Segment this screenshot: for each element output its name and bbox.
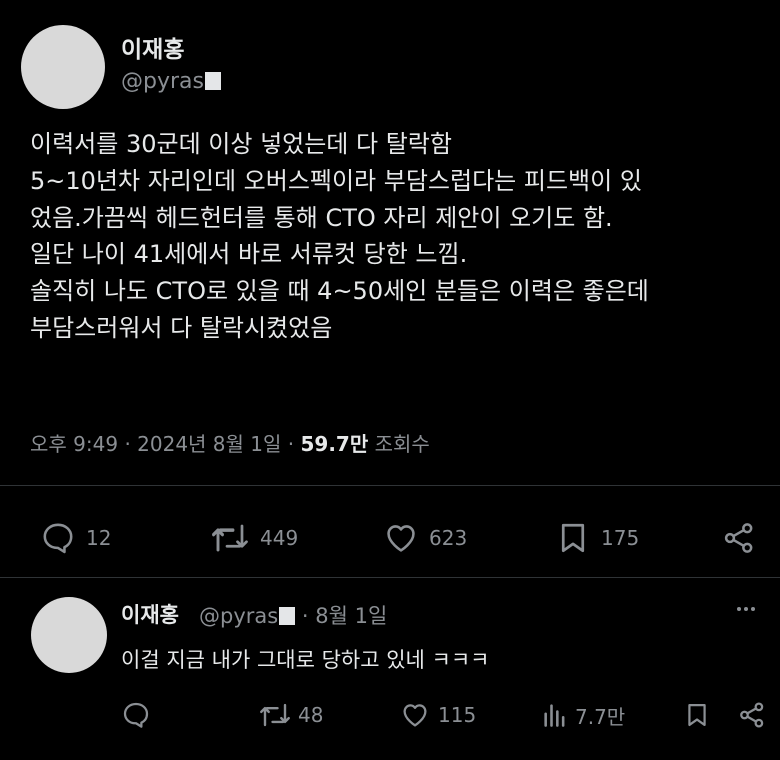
retweet-icon (212, 524, 248, 552)
reply-count: 12 (86, 526, 112, 550)
author-avatar[interactable] (21, 25, 105, 109)
reply-like-button[interactable]: 115 (400, 700, 476, 730)
reply-handle[interactable]: @pyras (199, 604, 278, 628)
share-button[interactable] (721, 520, 757, 556)
comment-icon (43, 523, 73, 554)
reply-retweet-count: 48 (298, 703, 324, 727)
meta-separator: · (124, 432, 138, 456)
meta-separator: · (301, 604, 316, 628)
bar-chart-icon (544, 704, 565, 727)
bookmark-count: 175 (601, 526, 640, 550)
reply-author-name[interactable]: 이재홍 (121, 599, 179, 629)
author-name[interactable]: 이재홍 (121, 30, 184, 64)
more-options-icon[interactable] (737, 607, 755, 611)
tweet-text-line: 이력서를 30군데 이상 넣었는데 다 탈락함 (30, 130, 452, 158)
bookmark-icon (688, 703, 706, 727)
reply-meta: @pyras · 8월 1일 (199, 600, 387, 630)
reply-author-avatar[interactable] (31, 597, 107, 673)
reply-share-button[interactable] (737, 700, 767, 730)
reply-view-count: 7.7만 (575, 704, 626, 729)
tweet-meta: 오후 9:49 · 2024년 8월 1일 · 59.7만 조회수 (30, 428, 430, 457)
redaction-block (204, 72, 221, 90)
view-count: 59.7만 (300, 432, 369, 456)
tweet-date[interactable]: 2024년 8월 1일 (137, 432, 281, 456)
comment-icon (123, 702, 149, 728)
reply-text: 이걸 지금 내가 그대로 당하고 있네 ㅋㅋㅋ (121, 648, 490, 672)
divider (0, 485, 780, 486)
author-handle[interactable]: @pyras (121, 69, 221, 94)
retweet-icon (260, 703, 290, 727)
bookmark-button[interactable]: 175 (555, 520, 639, 556)
tweet-text: 이력서를 30군데 이상 넣었는데 다 탈락함 5~10년차 자리인데 오버스펙… (30, 126, 770, 347)
retweet-button[interactable]: 449 (210, 520, 298, 556)
reply-reply-button[interactable] (121, 700, 151, 730)
reply-views-button[interactable]: 7.7만 (541, 700, 625, 730)
share-icon (740, 702, 764, 728)
tweet-text-line: 일단 나이 41세에서 바로 서류컷 당한 느낌. (30, 240, 468, 269)
reply-button[interactable]: 12 (40, 520, 111, 556)
tweet-text-line: 5~10년차 자리인데 오버스펙이라 부담스럽다는 피드백이 있 (30, 166, 642, 195)
tweet-time[interactable]: 오후 9:49 (30, 432, 118, 456)
reply-date[interactable]: 8월 1일 (315, 604, 387, 628)
like-count: 623 (429, 526, 468, 550)
divider (0, 577, 780, 578)
bookmark-icon (561, 523, 585, 553)
retweet-count: 449 (260, 526, 299, 550)
redaction-block (279, 607, 296, 625)
reply-like-count: 115 (438, 703, 477, 727)
heart-icon (403, 704, 427, 727)
author-handle-text: @pyras (121, 69, 204, 94)
view-label: 조회수 (374, 432, 430, 456)
heart-icon (387, 525, 415, 552)
share-icon (724, 523, 753, 553)
like-button[interactable]: 623 (383, 520, 467, 556)
tweet-text-line: 솔직히 나도 CTO로 있을 때 4~50세인 분들은 이력은 좋은데 (30, 277, 649, 306)
tweet-text-line: 부담스러워서 다 탈락시켰었음 (30, 313, 333, 342)
reply-bookmark-button[interactable] (683, 700, 711, 730)
meta-separator: · (287, 432, 301, 456)
tweet-text-line: 었음.가끔씩 헤드헌터를 통해 CTO 자리 제안이 오기도 함. (30, 203, 613, 232)
reply-retweet-button[interactable]: 48 (258, 700, 323, 730)
